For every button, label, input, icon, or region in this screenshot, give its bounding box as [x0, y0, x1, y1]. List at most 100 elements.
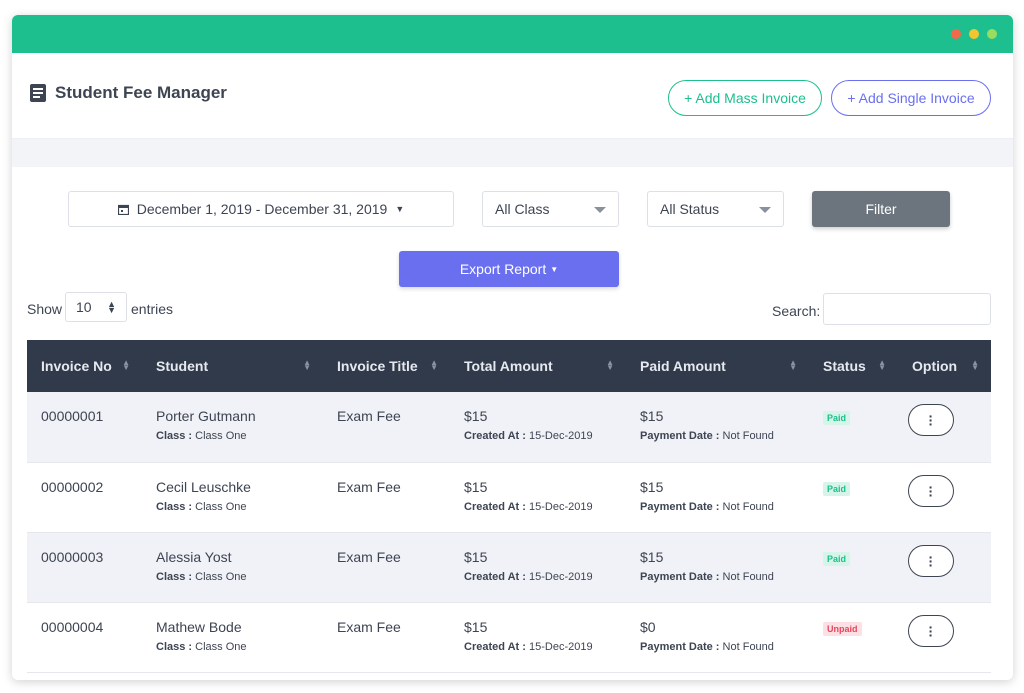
page-title: Student Fee Manager: [55, 83, 227, 102]
status-badge: Unpaid: [823, 621, 862, 636]
option-button[interactable]: · · ·: [908, 544, 954, 577]
close-dot-icon[interactable]: [951, 29, 961, 39]
sort-icon: ▲ ▼: [430, 358, 438, 372]
sort-icon: ▲ ▼: [971, 358, 979, 372]
total-amount: $15: [464, 548, 488, 565]
paid-amount: $15: [640, 408, 664, 424]
search-input[interactable]: [823, 293, 991, 325]
column-header-invoice-title[interactable]: Invoice Title ▲ ▼: [323, 340, 450, 392]
column-header-paid-amount[interactable]: Paid Amount ▲ ▼: [626, 340, 809, 392]
status-badge: Paid: [823, 551, 851, 566]
total-amount: $15: [464, 618, 488, 635]
column-header-invoice-no[interactable]: Invoice No ▲ ▼: [27, 340, 142, 392]
search-label: Search:: [772, 303, 821, 319]
sort-icon: ▲ ▼: [303, 358, 311, 372]
student-name: Cecil Leuschke: [156, 478, 251, 495]
show-label: Show: [27, 301, 63, 317]
payment-date-value: Not Found: [722, 500, 774, 513]
column-header-option[interactable]: Option ▲ ▼: [898, 340, 991, 392]
option-button[interactable]: · · ·: [908, 404, 954, 436]
student-name: Mathew Bode: [156, 618, 242, 635]
class-label: Class :: [156, 500, 193, 513]
invoice-title-cell: Exam Fee: [337, 548, 401, 565]
payment-date-value: Not Found: [722, 430, 774, 442]
payment-date-value: Not Found: [722, 570, 774, 583]
invoice-title-cell: Exam Fee: [337, 618, 401, 635]
page-length-select[interactable]: 10 ▲ ▼: [65, 292, 127, 322]
total-amount: $15: [464, 478, 488, 495]
table-controls: Show 10 ▲ ▼ entries Search:: [12, 292, 1013, 345]
option-button[interactable]: · · ·: [908, 614, 954, 647]
more-vertical-icon: · · ·: [928, 478, 934, 503]
payment-date-value: Not Found: [722, 640, 774, 653]
table-row: 00000004 Mathew Bode Class : Class One Ex…: [27, 602, 991, 672]
sort-icon: ▲ ▼: [789, 358, 797, 372]
invoice-no-cell: 00000003: [41, 548, 104, 565]
title-bar: [12, 15, 1013, 53]
column-header-student[interactable]: Student ▲ ▼: [142, 340, 323, 392]
created-label: Created At :: [464, 500, 526, 513]
status-select[interactable]: All Status: [647, 191, 784, 227]
invoice-no-cell: 00000002: [41, 478, 104, 495]
paid-amount: $0: [640, 618, 656, 635]
status-select-value: All Status: [660, 201, 720, 217]
student-name: Porter Gutmann: [156, 408, 256, 424]
class-value: Class One: [195, 500, 247, 513]
table-row: 00000001 Porter Gutmann Class : Class One…: [27, 392, 991, 462]
updown-arrows-icon: ▲ ▼: [107, 299, 116, 315]
export-report-button[interactable]: Export Report ▼: [399, 251, 619, 287]
class-value: Class One: [195, 640, 247, 653]
more-vertical-icon: · · ·: [928, 618, 934, 643]
caret-down-icon: ▼: [550, 264, 559, 274]
table-header-row: Invoice No ▲ ▼ Student ▲ ▼ Invoice Title ▲ ▼ T…: [27, 340, 991, 392]
column-header-status[interactable]: Status ▲ ▼: [809, 340, 898, 392]
class-select-value: All Class: [495, 201, 550, 217]
date-range-picker[interactable]: December 1, 2019 - December 31, 2019 ▼: [68, 191, 454, 227]
created-value: 15-Dec-2019: [529, 500, 593, 513]
chevron-down-icon: [594, 207, 606, 213]
invoice-no-cell: 00000001: [41, 408, 104, 424]
add-mass-invoice-button[interactable]: + Add Mass Invoice: [668, 80, 822, 116]
document-icon: [30, 84, 46, 102]
class-value: Class One: [195, 430, 247, 442]
created-label: Created At :: [464, 430, 526, 442]
class-select[interactable]: All Class: [482, 191, 619, 227]
window-controls: [951, 29, 997, 39]
paid-amount: $15: [640, 478, 664, 495]
date-range-value: December 1, 2019 - December 31, 2019: [136, 201, 388, 217]
add-single-invoice-button[interactable]: + Add Single Invoice: [831, 80, 991, 116]
invoice-title-cell: Exam Fee: [337, 478, 401, 495]
minimize-dot-icon[interactable]: [969, 29, 979, 39]
payment-date-label: Payment Date :: [640, 640, 720, 653]
more-vertical-icon: · · ·: [928, 408, 934, 432]
payment-date-label: Payment Date :: [640, 500, 720, 513]
status-badge: Paid: [823, 411, 851, 425]
filter-panel: December 1, 2019 - December 31, 2019 ▼ A…: [12, 167, 1013, 297]
created-label: Created At :: [464, 570, 526, 583]
payment-date-label: Payment Date :: [640, 430, 720, 442]
class-label: Class :: [156, 640, 193, 653]
invoice-title-cell: Exam Fee: [337, 408, 401, 424]
class-label: Class :: [156, 430, 193, 442]
filter-button[interactable]: Filter: [812, 191, 950, 227]
maximize-dot-icon[interactable]: [987, 29, 997, 39]
entries-label: entries: [131, 301, 174, 317]
table-row: 00000003 Alessia Yost Class : Class One E…: [27, 532, 991, 602]
class-label: Class :: [156, 570, 193, 583]
header-divider-band: [12, 139, 1013, 167]
calendar-icon: [117, 204, 129, 215]
page-header: Student Fee Manager + Add Mass Invoice +…: [12, 53, 1013, 139]
caret-down-icon: ▼: [395, 204, 405, 214]
option-button[interactable]: · · ·: [908, 474, 954, 507]
more-vertical-icon: · · ·: [928, 548, 934, 573]
created-value: 15-Dec-2019: [529, 570, 593, 583]
sort-icon: ▲ ▼: [122, 358, 130, 372]
table-row: 00000002 Cecil Leuschke Class : Class One…: [27, 462, 991, 532]
sort-icon: ▲ ▼: [606, 358, 614, 372]
sort-icon: ▲ ▼: [878, 358, 886, 372]
column-header-total-amount[interactable]: Total Amount ▲ ▼: [450, 340, 626, 392]
total-amount: $15: [464, 408, 488, 424]
created-label: Created At :: [464, 640, 526, 653]
payment-date-label: Payment Date :: [640, 570, 720, 583]
created-value: 15-Dec-2019: [529, 640, 593, 653]
